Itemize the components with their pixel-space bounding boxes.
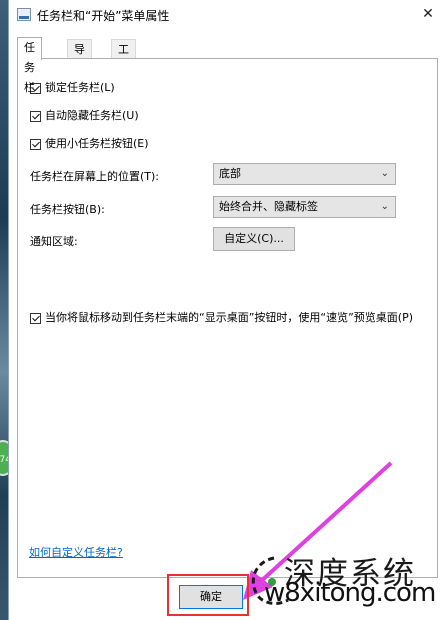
taskbar-position-label: 任务栏在屏幕上的位置(T): xyxy=(30,170,160,183)
watermark: 深度系统 w8xitong.com xyxy=(244,548,445,620)
small-buttons-checkbox[interactable] xyxy=(30,138,41,150)
notification-area-label: 通知区域: xyxy=(30,235,78,248)
peek-desktop-label: 当你将鼠标移动到任务栏末端的“显示桌面”按钮时，使用“速览”预览桌面(P) xyxy=(45,311,414,324)
taskbar-properties-dialog: 任务栏和“开始”菜单属性 ✕ 任务栏 导航 工具栏 锁定任务栏(L) 自动隐藏任… xyxy=(8,0,445,620)
taskbar-buttons-label: 任务栏按钮(B): xyxy=(30,203,105,216)
title-bar: 任务栏和“开始”菜单属性 ✕ xyxy=(9,0,445,30)
customize-taskbar-help-link[interactable]: 如何自定义任务栏? xyxy=(29,544,123,560)
autohide-taskbar-option[interactable]: 自动隐藏任务栏(U) xyxy=(30,108,139,124)
chevron-down-icon: ⌄ xyxy=(380,168,389,179)
window-title: 任务栏和“开始”菜单属性 xyxy=(37,9,170,23)
ok-button[interactable]: 确定 xyxy=(179,585,243,609)
watermark-domain: w8xitong.com xyxy=(264,578,436,608)
taskbar-position-select[interactable]: 底部 ⌄ xyxy=(213,163,396,185)
tab-navigation[interactable]: 导航 xyxy=(67,39,92,76)
taskbar-buttons-select[interactable]: 始终合并、隐藏标签 ⌄ xyxy=(213,196,396,218)
window-icon xyxy=(17,8,31,21)
peek-desktop-checkbox[interactable] xyxy=(30,312,41,324)
lock-taskbar-option[interactable]: 锁定任务栏(L) xyxy=(30,80,115,96)
lock-taskbar-label: 锁定任务栏(L) xyxy=(45,81,115,94)
chevron-down-icon: ⌄ xyxy=(380,201,389,212)
autohide-taskbar-checkbox[interactable] xyxy=(30,110,41,122)
small-buttons-option[interactable]: 使用小任务栏按钮(E) xyxy=(30,136,149,152)
close-button[interactable]: ✕ xyxy=(410,0,445,28)
tab-toolbars[interactable]: 工具栏 xyxy=(111,39,136,96)
tab-taskbar[interactable]: 任务栏 xyxy=(17,37,42,94)
peek-desktop-option[interactable]: 当你将鼠标移动到任务栏末端的“显示桌面”按钮时，使用“速览”预览桌面(P) xyxy=(30,310,430,326)
autohide-taskbar-label: 自动隐藏任务栏(U) xyxy=(45,109,139,122)
small-buttons-label: 使用小任务栏按钮(E) xyxy=(45,137,149,150)
taskbar-position-value: 底部 xyxy=(219,167,241,180)
customize-button[interactable]: 自定义(C)... xyxy=(213,227,295,251)
taskbar-buttons-value: 始终合并、隐藏标签 xyxy=(219,200,318,213)
